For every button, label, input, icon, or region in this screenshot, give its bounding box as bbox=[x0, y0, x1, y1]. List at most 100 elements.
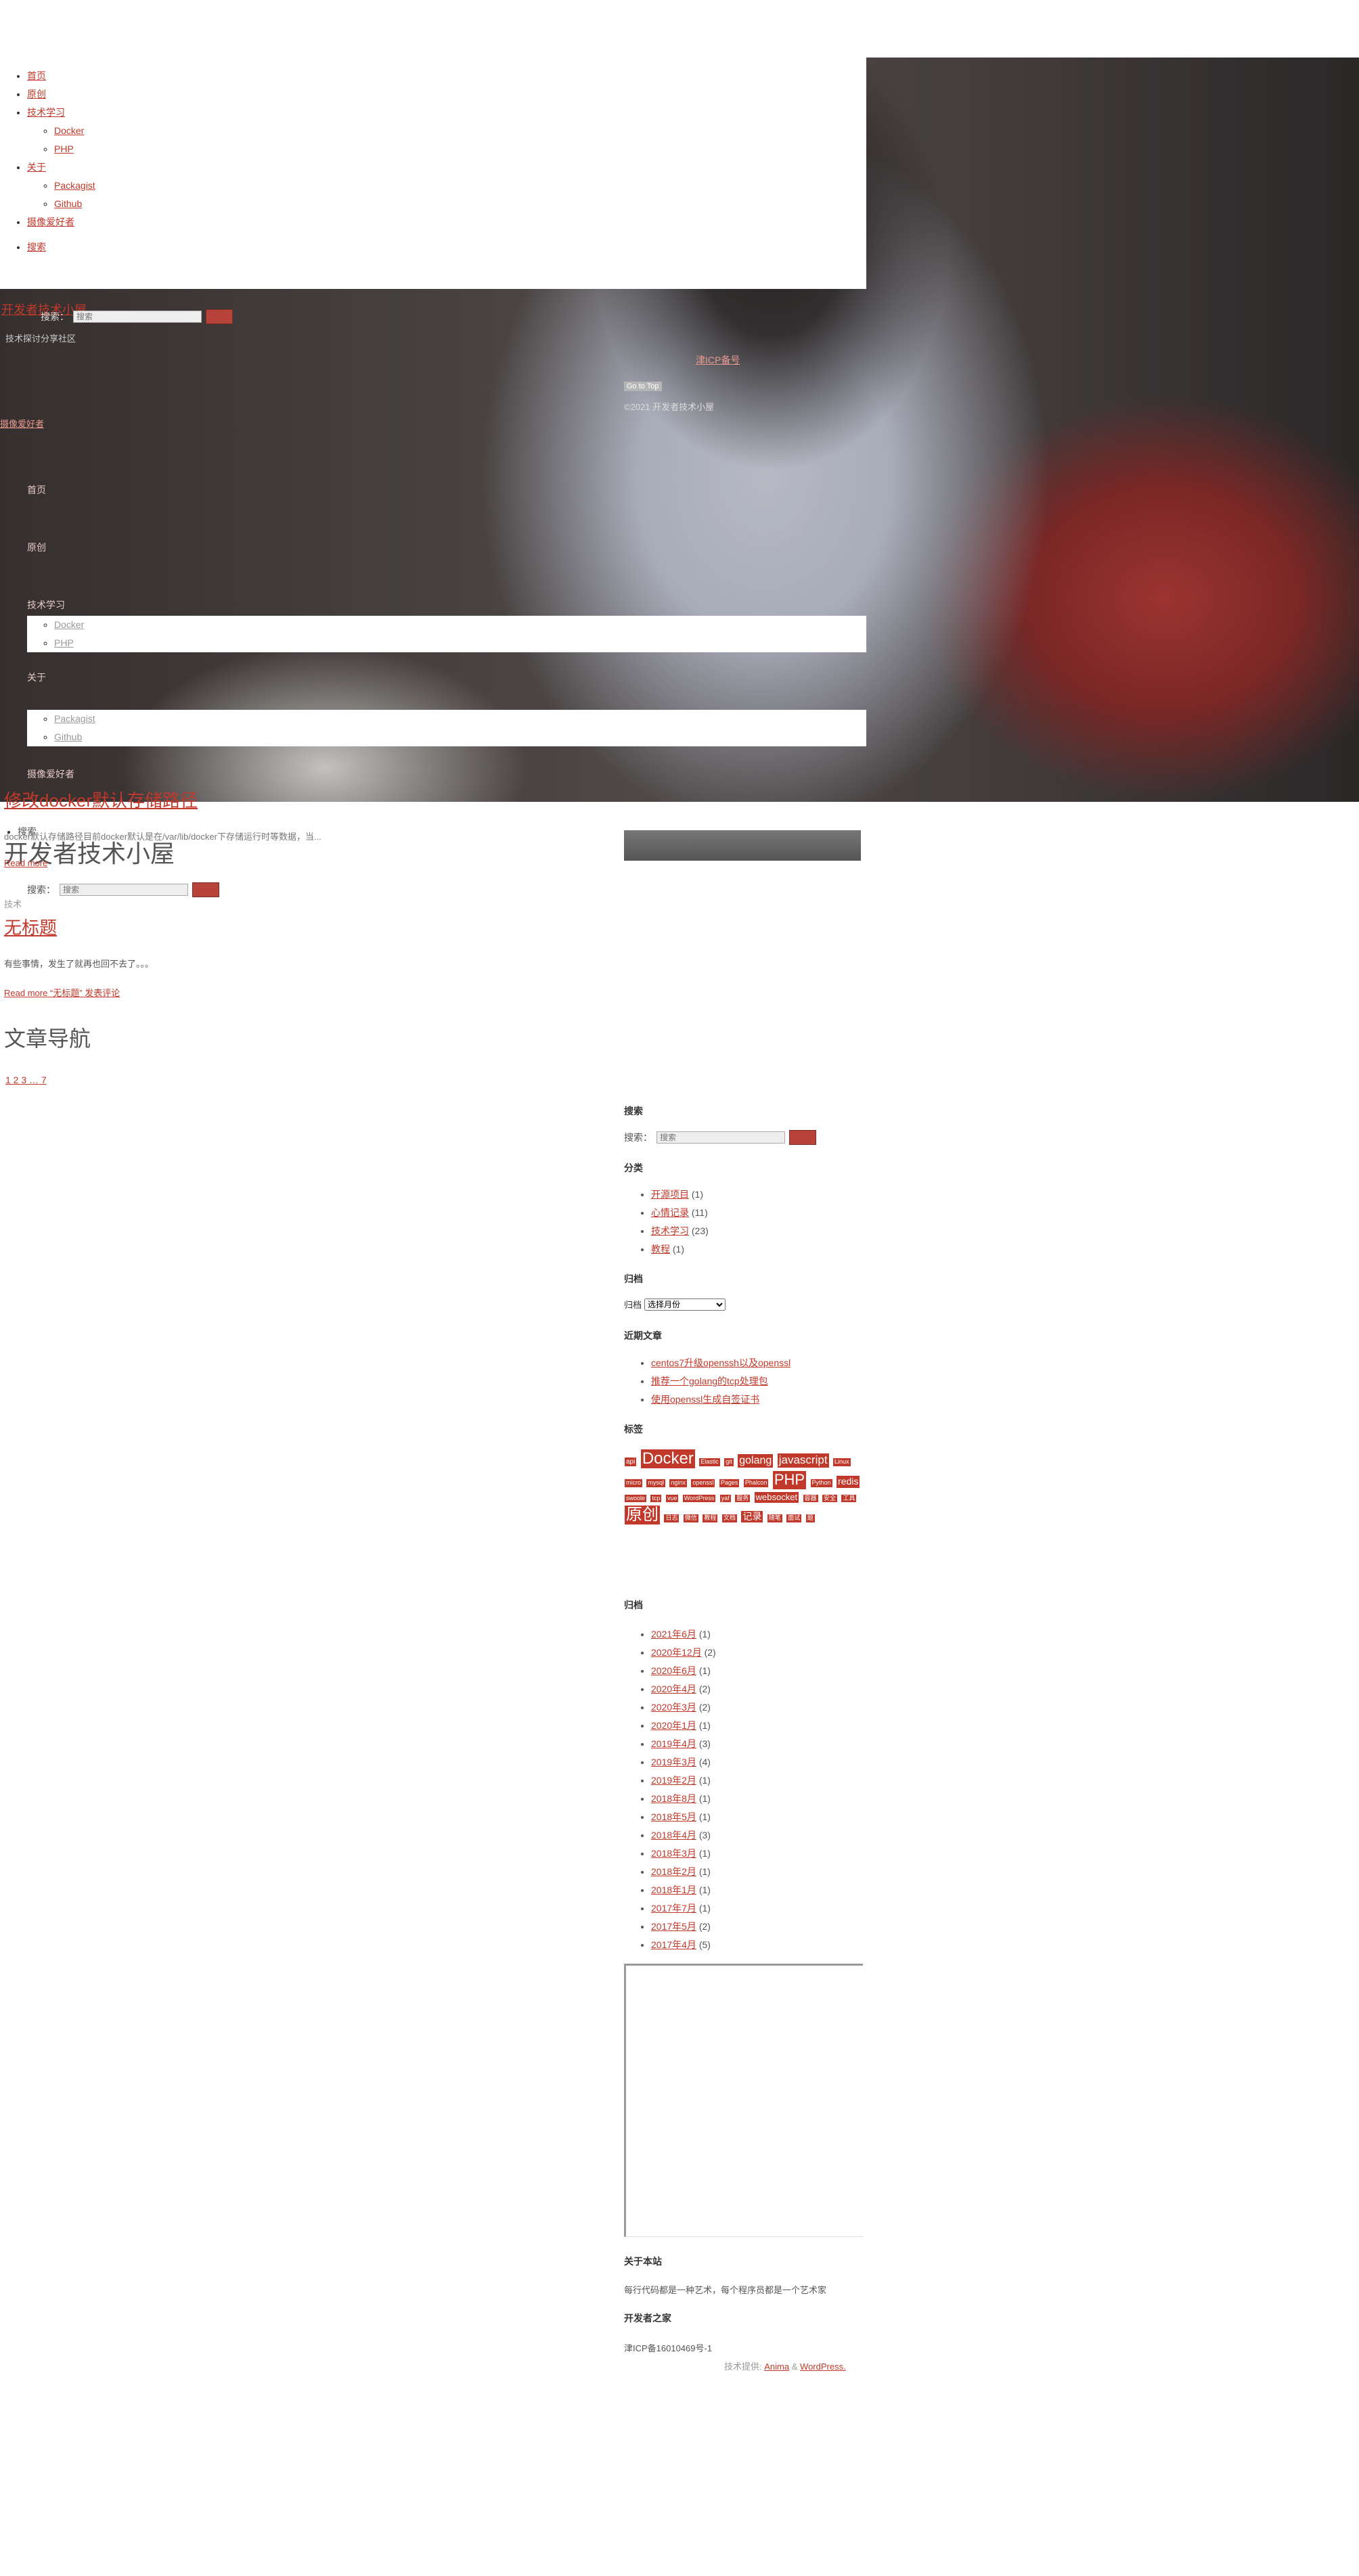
archive-link[interactable]: 2020年12月 bbox=[651, 1647, 702, 1658]
tag-link[interactable]: Phalcon bbox=[743, 1479, 769, 1488]
menu-item-docker[interactable]: Docker bbox=[54, 122, 95, 140]
archive-link[interactable]: 2020年3月 bbox=[651, 1702, 696, 1713]
second-post-title[interactable]: 无标题 bbox=[4, 914, 57, 939]
recent-post-item[interactable]: 推荐一个golang的tcp处理包 bbox=[651, 1372, 790, 1391]
tag-link[interactable]: 面试 bbox=[786, 1514, 802, 1522]
archive-item[interactable]: 2019年4月 (3) bbox=[651, 1735, 716, 1753]
archive-link[interactable]: 2019年3月 bbox=[651, 1757, 696, 1767]
tag-link[interactable]: yaf bbox=[719, 1494, 731, 1503]
archive-item[interactable]: 2020年6月 (1) bbox=[651, 1662, 716, 1680]
category-item[interactable]: 技术学习 (23) bbox=[651, 1222, 709, 1240]
archive-link[interactable]: 2019年4月 bbox=[651, 1738, 696, 1749]
content-search-input[interactable] bbox=[60, 884, 188, 896]
archive-item[interactable]: 2021年6月 (1) bbox=[651, 1625, 716, 1644]
tag-link[interactable]: Docker bbox=[640, 1449, 695, 1469]
recent-post-item[interactable]: centos7升级openssh以及openssl bbox=[651, 1354, 790, 1372]
first-read-more[interactable]: Read more bbox=[4, 858, 47, 868]
tag-link[interactable]: PHP bbox=[772, 1471, 807, 1489]
tag-link[interactable]: nginx bbox=[669, 1479, 687, 1488]
tag-link[interactable]: 日志 bbox=[664, 1514, 680, 1522]
footer-wordpress-link[interactable]: WordPress. bbox=[800, 2362, 846, 2372]
tag-link[interactable]: 微信 bbox=[683, 1514, 698, 1522]
archive-link[interactable]: 2017年7月 bbox=[651, 1903, 696, 1914]
archive-link[interactable]: 2018年3月 bbox=[651, 1848, 696, 1859]
archive-item[interactable]: 2019年2月 (1) bbox=[651, 1771, 716, 1790]
archive-link[interactable]: 2019年2月 bbox=[651, 1775, 696, 1786]
tag-link[interactable]: 记录 bbox=[741, 1510, 763, 1523]
tag-link[interactable]: openssl bbox=[691, 1479, 715, 1488]
photo-link-small[interactable]: 摄像爱好者 bbox=[0, 417, 44, 430]
menu-item-github[interactable]: Github bbox=[54, 195, 95, 213]
tag-link[interactable]: golang bbox=[738, 1454, 774, 1468]
tag-link[interactable]: mysql bbox=[646, 1479, 665, 1488]
menu-item-packagist[interactable]: Packagist bbox=[54, 177, 95, 195]
secondary-menu-packagist[interactable]: Packagist bbox=[54, 710, 95, 728]
menu-item-php[interactable]: PHP bbox=[54, 140, 95, 158]
tag-link[interactable]: api bbox=[625, 1458, 637, 1466]
archive-item[interactable]: 2018年1月 (1) bbox=[651, 1881, 716, 1899]
tag-link[interactable]: tcp bbox=[650, 1494, 662, 1503]
tag-link[interactable]: swoole bbox=[625, 1494, 647, 1503]
archive-select[interactable]: 选择月份 bbox=[644, 1298, 726, 1311]
archive-link[interactable]: 2017年5月 bbox=[651, 1921, 696, 1932]
archive-item[interactable]: 2020年12月 (2) bbox=[651, 1644, 716, 1662]
archive-link[interactable]: 2020年1月 bbox=[651, 1720, 696, 1731]
category-item[interactable]: 教程 (1) bbox=[651, 1240, 709, 1259]
archive-item[interactable]: 2018年8月 (1) bbox=[651, 1790, 716, 1808]
archive-link[interactable]: 2021年6月 bbox=[651, 1629, 696, 1640]
tag-link[interactable]: 工具 bbox=[841, 1494, 857, 1503]
tag-link[interactable]: WordPress bbox=[682, 1494, 716, 1503]
sidebar-search-button[interactable] bbox=[789, 1130, 816, 1145]
tag-link[interactable]: redis bbox=[837, 1476, 860, 1488]
tag-link[interactable]: Elastic bbox=[699, 1458, 720, 1466]
archive-item[interactable]: 2017年5月 (2) bbox=[651, 1918, 716, 1936]
second-read-more[interactable]: Read more “无标题” 发表评论 bbox=[4, 986, 120, 999]
archive-link[interactable]: 2017年4月 bbox=[651, 1939, 696, 1950]
menu-item-original[interactable]: 原创 bbox=[27, 85, 95, 104]
secondary-menu-php[interactable]: PHP bbox=[54, 634, 84, 652]
hero-search-button[interactable] bbox=[206, 309, 233, 324]
tag-link[interactable]: javascript bbox=[777, 1453, 829, 1468]
archive-item[interactable]: 2018年5月 (1) bbox=[651, 1808, 716, 1826]
footer-anima-link[interactable]: Anima bbox=[764, 2362, 789, 2372]
secondary-menu-photo[interactable]: 摄像爱好者 bbox=[27, 765, 74, 784]
hero-search-input[interactable] bbox=[73, 311, 202, 323]
tag-link[interactable]: 原创 bbox=[625, 1505, 660, 1525]
tag-link[interactable]: 教程 bbox=[703, 1514, 718, 1522]
tag-link[interactable]: vue bbox=[665, 1494, 679, 1503]
tag-link[interactable]: 服务 bbox=[735, 1494, 751, 1503]
category-item[interactable]: 心情记录 (11) bbox=[651, 1204, 709, 1222]
recent-post-item[interactable]: 使用openssl生成自签证书 bbox=[651, 1391, 790, 1409]
archive-link[interactable]: 2018年5月 bbox=[651, 1811, 696, 1822]
archive-item[interactable]: 2020年4月 (2) bbox=[651, 1680, 716, 1698]
archive-link[interactable]: 2018年8月 bbox=[651, 1793, 696, 1804]
secondary-menu-github[interactable]: Github bbox=[54, 728, 95, 746]
content-search-button[interactable] bbox=[192, 882, 219, 897]
archive-item[interactable]: 2019年3月 (4) bbox=[651, 1753, 716, 1771]
pagination-links[interactable]: 1 2 3 … 7 bbox=[5, 1075, 47, 1085]
archive-item[interactable]: 2020年3月 (2) bbox=[651, 1698, 716, 1717]
tag-link[interactable]: 安全 bbox=[822, 1494, 838, 1503]
tag-link[interactable]: websocket bbox=[754, 1491, 799, 1503]
menu-item-tech[interactable]: 技术学习 Docker PHP bbox=[27, 104, 95, 158]
secondary-menu-original[interactable]: 原创 bbox=[27, 519, 65, 577]
tag-link[interactable]: Python bbox=[810, 1479, 832, 1488]
tag-link[interactable]: git bbox=[724, 1458, 734, 1466]
archive-item[interactable]: 2018年3月 (1) bbox=[651, 1845, 716, 1863]
archive-item[interactable]: 2018年4月 (3) bbox=[651, 1826, 716, 1845]
tag-link[interactable]: 容器 bbox=[803, 1494, 818, 1503]
secondary-menu-about[interactable]: 关于 bbox=[27, 669, 46, 687]
secondary-menu-home[interactable]: 首页 bbox=[27, 461, 65, 519]
tag-link[interactable]: 文档 bbox=[721, 1514, 737, 1522]
tag-link[interactable]: 题 bbox=[805, 1514, 815, 1522]
menu-item-about[interactable]: 关于 Packagist Github bbox=[27, 158, 95, 213]
archive-link[interactable]: 2020年4月 bbox=[651, 1684, 696, 1694]
go-top-badge[interactable]: Go to Top bbox=[624, 382, 662, 391]
menu-item-photo[interactable]: 摄像爱好者 bbox=[27, 213, 95, 231]
archive-item[interactable]: 2018年2月 (1) bbox=[651, 1863, 716, 1881]
tag-link[interactable]: 随笔 bbox=[767, 1514, 782, 1522]
archive-link[interactable]: 2018年4月 bbox=[651, 1830, 696, 1840]
tag-link[interactable]: Pages bbox=[719, 1479, 740, 1488]
first-post-title[interactable]: 修改docker默认存储路径 bbox=[4, 787, 198, 812]
secondary-menu-docker[interactable]: Docker bbox=[54, 616, 84, 634]
